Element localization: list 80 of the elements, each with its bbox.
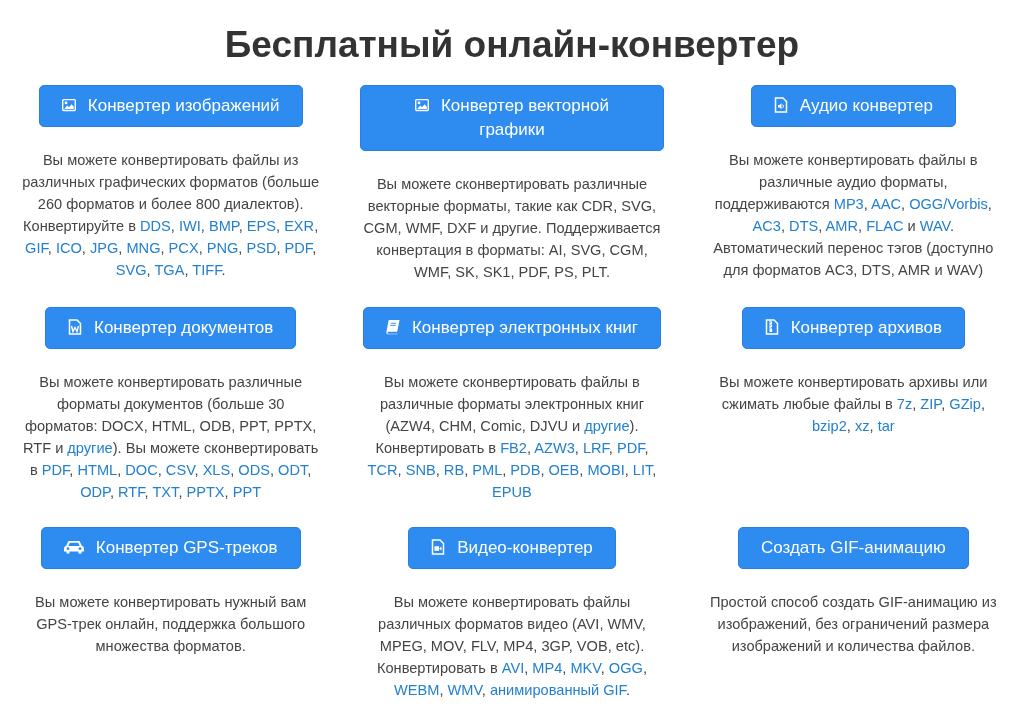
format-link[interactable]: MP3: [833, 196, 864, 212]
audio-file-icon: [773, 97, 788, 113]
format-link[interactable]: ODP: [80, 484, 110, 500]
video-file-icon: [431, 539, 446, 555]
car-icon: [63, 540, 84, 554]
format-link[interactable]: PSD: [246, 240, 277, 256]
format-link[interactable]: DOC: [125, 462, 158, 478]
page-title: Бесплатный онлайн-конвертер: [223, 23, 801, 67]
format-link[interactable]: LIT: [632, 462, 653, 478]
card-description: Вы можете сконвертировать файлы в различные форматы электронных книг (AZW4, CHM, Comic, DJVU и другие). Конвертировать в FB2, AZW3, LRF, PDF, TCR, SNB, RB, PML, PDB, OEB, MOBI, LIT, EPUB: [366, 373, 658, 502]
format-link[interactable]: tar: [877, 418, 895, 434]
format-link[interactable]: AVI: [501, 660, 525, 676]
format-link[interactable]: ICO: [55, 240, 82, 256]
format-link[interactable]: WAV: [919, 218, 950, 234]
format-link[interactable]: TIFF: [192, 262, 222, 278]
format-link[interactable]: CSV: [165, 462, 195, 478]
format-link[interactable]: FLAC: [866, 218, 904, 234]
format-link[interactable]: PDF: [41, 462, 70, 478]
format-link[interactable]: анимированный GIF: [489, 682, 626, 698]
card-description: Вы можете конвертировать нужный вам GPS-трек онлайн, поддержка большого множества форматов.: [34, 593, 308, 656]
format-link[interactable]: WEBM: [394, 682, 440, 698]
format-link[interactable]: WMV: [447, 682, 482, 698]
format-link[interactable]: AZW3: [534, 440, 575, 456]
format-link[interactable]: xz: [854, 418, 870, 434]
format-link[interactable]: PPT: [232, 484, 262, 500]
format-link[interactable]: PDF: [616, 440, 645, 456]
format-link[interactable]: MOBI: [587, 462, 625, 478]
converter-button[interactable]: Аудио конвертер: [750, 85, 956, 127]
converter-button[interactable]: Конвертер архивов: [741, 307, 965, 349]
format-link[interactable]: AC3: [752, 218, 781, 234]
zip-file-icon: [764, 319, 779, 335]
document-icon: [68, 319, 82, 335]
image-icon: [61, 97, 76, 113]
format-link[interactable]: bzip2: [811, 418, 847, 434]
format-link[interactable]: PCX: [168, 240, 199, 256]
card-description: Вы можете конвертировать файлы в различные аудио форматы, поддерживаются MP3, AAC, OGG/Vorbis, AC3, DTS, AMR, FLAC и WAV. Автоматический перенос тэгов (доступно для форматов AC3, DTS, AMR и WAV): [712, 151, 995, 280]
format-link[interactable]: ODS: [238, 462, 270, 478]
format-link[interactable]: другие: [67, 440, 113, 456]
image-icon: [414, 97, 429, 113]
format-link[interactable]: OGG/Vorbis: [909, 196, 988, 212]
format-link[interactable]: EXR: [284, 218, 315, 234]
format-link[interactable]: другие: [584, 418, 630, 434]
book-icon: [385, 319, 400, 335]
card-description: Простой способ создать GIF-анимацию из изображений, без ограничений размера изображений и количества файлов.: [709, 593, 998, 656]
format-link[interactable]: BMP: [208, 218, 239, 234]
format-link[interactable]: TXT: [152, 484, 179, 500]
converter-button[interactable]: Конвертер изображений: [38, 85, 303, 127]
format-link[interactable]: ODT: [278, 462, 308, 478]
format-link[interactable]: MNG: [126, 240, 161, 256]
card-description: Вы можете конвертировать файлы различных форматов видео (AVI, WMV, MPEG, MOV, FLV, MP4, 3GP, VOB, etc). Конвертировать в AVI, MP4, MKV, OGG, WEBM, WMV, анимированный GIF.: [376, 593, 648, 700]
format-link[interactable]: SNB: [405, 462, 436, 478]
format-link[interactable]: RTF: [118, 484, 145, 500]
format-link[interactable]: PDF: [284, 240, 313, 256]
converter-button[interactable]: Конвертер векторной графики: [360, 85, 664, 151]
card-description: Вы можете сконвертировать различные векторные форматы, такие как CDR, SVG, CGM, WMF, DXF и другие. Поддерживается конвертация в форматы: AI, SVG, CGM, WMF, SK, SK1, PDF, PS, PLT.: [362, 175, 662, 282]
format-link[interactable]: PPTX: [186, 484, 225, 500]
card-description: Вы можете конвертировать различные форматы документов (больше 30 форматов: DOCX, HTML, ODB, PPT, PPTX, RTF и другие). Вы можете сконвертировать в PDF, HTML, DOC, CSV, XLS, ODS, ODT, ODP, RTF, TXT, PPTX, PPT: [22, 373, 320, 502]
format-link[interactable]: IWI: [178, 218, 201, 234]
format-link[interactable]: TGA: [154, 262, 185, 278]
format-link[interactable]: EPUB: [492, 484, 532, 500]
format-link[interactable]: OGG: [608, 660, 643, 676]
format-link[interactable]: EPS: [246, 218, 276, 234]
format-link[interactable]: DDS: [140, 218, 171, 234]
format-link[interactable]: SVG: [115, 262, 147, 278]
format-link[interactable]: PDB: [510, 462, 541, 478]
format-link[interactable]: LRF: [582, 440, 609, 456]
card-description: Вы можете конвертировать файлы из различных графических форматов (больше 260 форматов и более 800 диалектов). Конвертируйте в DDS, IWI, BMP, EPS, EXR, GIF, ICO, JPG, MNG, PCX, PNG, PSD, PDF, SVG, TGA, TIFF.: [21, 151, 321, 280]
format-link[interactable]: MKV: [570, 660, 601, 676]
converter-button[interactable]: Создать GIF-анимацию: [737, 527, 969, 569]
converter-button[interactable]: Видео-конвертер: [408, 527, 616, 569]
converter-button[interactable]: Конвертер электронных книг: [362, 307, 662, 349]
format-link[interactable]: TCR: [367, 462, 398, 478]
card-description: Вы можете конвертировать архивы или сжимать любые файлы в 7z, ZIP, GZip, bzip2, xz, tar: [718, 373, 989, 436]
converter-button[interactable]: Конвертер документов: [45, 307, 297, 349]
format-link[interactable]: FB2: [500, 440, 527, 456]
format-link[interactable]: ZIP: [920, 396, 942, 412]
converter-button[interactable]: Конвертер GPS-треков: [40, 527, 301, 569]
format-link[interactable]: AMR: [825, 218, 859, 234]
format-link[interactable]: GZip: [949, 396, 981, 412]
format-link[interactable]: GIF: [25, 240, 48, 256]
